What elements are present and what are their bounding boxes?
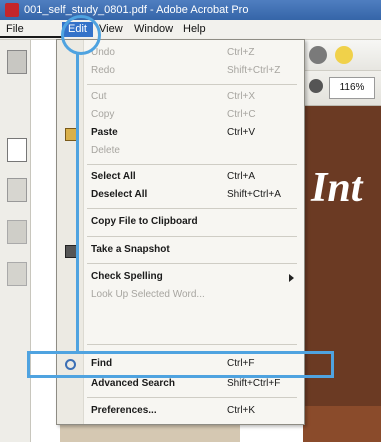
menu-item-label: Copy: [91, 109, 115, 120]
menu-item-preferences[interactable]: Preferences... Ctrl+K: [57, 402, 304, 420]
menu-item-check-spelling[interactable]: Check Spelling: [57, 268, 304, 286]
zoom-in-icon[interactable]: [309, 79, 323, 93]
menu-item-shortcut: Shift+Ctrl+Z: [227, 65, 281, 76]
pages-icon[interactable]: [7, 138, 27, 162]
submenu-arrow-icon: [289, 274, 294, 282]
menu-item-label: Take a Snapshot: [91, 244, 170, 255]
menu-item-copy-file-to-clipboard[interactable]: Copy File to Clipboard: [57, 213, 304, 231]
menu-item-redo[interactable]: Redo Shift+Ctrl+Z: [57, 62, 304, 80]
acrobat-app-icon: [5, 3, 19, 17]
comment-icon[interactable]: [335, 46, 353, 64]
print-icon[interactable]: [7, 50, 27, 74]
menu-item-label: Paste: [91, 127, 118, 138]
menu-separator: [87, 84, 297, 85]
menu-item-shortcut: Ctrl+K: [227, 405, 256, 416]
title-bar: 001_self_study_0801.pdf - Adobe Acrobat …: [0, 0, 381, 20]
menu-item-delete[interactable]: Delete: [57, 142, 304, 160]
bookmarks-icon[interactable]: [7, 178, 27, 202]
menu-item-label: Copy File to Clipboard: [91, 216, 198, 227]
menu-file[interactable]: File: [0, 22, 30, 37]
page-thumbnail-strip: [60, 422, 240, 442]
menu-separator: [87, 263, 297, 264]
menu-item-label: Preferences...: [91, 405, 157, 416]
callout-circle-edit: [61, 15, 101, 55]
menu-item-cut[interactable]: Cut Ctrl+X: [57, 88, 304, 106]
menu-separator: [87, 344, 297, 345]
menu-item-label: Check Spelling: [91, 271, 163, 282]
document-view[interactable]: Int: [303, 106, 381, 442]
menu-item-label: Deselect All: [91, 189, 148, 200]
menu-item-copy[interactable]: Copy Ctrl+C: [57, 106, 304, 124]
menu-item-label: Delete: [91, 145, 120, 156]
menu-item-label: Cut: [91, 91, 107, 102]
callout-highlight-find: [27, 351, 334, 378]
menu-item-shortcut: Ctrl+C: [227, 109, 256, 120]
menu-item-shortcut: Ctrl+Z: [227, 47, 255, 58]
zoom-toolbar: 116%: [303, 71, 381, 106]
menu-item-look-up-selected-word[interactable]: Look Up Selected Word...: [57, 286, 304, 304]
menu-item-paste[interactable]: Paste Ctrl+V: [57, 124, 304, 142]
menu-item-take-a-snapshot[interactable]: Take a Snapshot: [57, 241, 304, 259]
navigation-pane: [0, 40, 31, 442]
menu-item-select-all[interactable]: Select All Ctrl+A: [57, 168, 304, 186]
menu-item-deselect-all[interactable]: Deselect All Shift+Ctrl+A: [57, 186, 304, 204]
menu-item-shortcut: Ctrl+A: [227, 171, 256, 182]
zoom-input[interactable]: 116%: [329, 77, 375, 99]
document-footer-band: [303, 406, 381, 442]
menu-item-shortcut: Ctrl+V: [227, 127, 256, 138]
gear-icon[interactable]: [309, 46, 327, 64]
document-heading-text: Int: [311, 165, 363, 211]
menu-item-label: Redo: [91, 65, 115, 76]
menu-help[interactable]: Help: [177, 22, 212, 37]
menu-item-label: Look Up Selected Word...: [91, 289, 205, 300]
menu-separator: [87, 208, 297, 209]
attachments-icon[interactable]: [7, 220, 27, 244]
window-title: 001_self_study_0801.pdf - Adobe Acrobat …: [24, 4, 249, 16]
menu-separator: [87, 164, 297, 165]
main-toolbar: [303, 40, 381, 71]
menu-item-shortcut: Ctrl+X: [227, 91, 256, 102]
callout-connector-line: [76, 52, 79, 351]
menu-separator: [87, 236, 297, 237]
menu-item-label: Select All: [91, 171, 136, 182]
signatures-icon[interactable]: [7, 262, 27, 286]
menu-item-shortcut: Shift+Ctrl+A: [227, 189, 281, 200]
menu-window[interactable]: Window: [128, 22, 179, 37]
callout-pointer-line: [0, 36, 62, 38]
menu-separator: [87, 397, 297, 398]
